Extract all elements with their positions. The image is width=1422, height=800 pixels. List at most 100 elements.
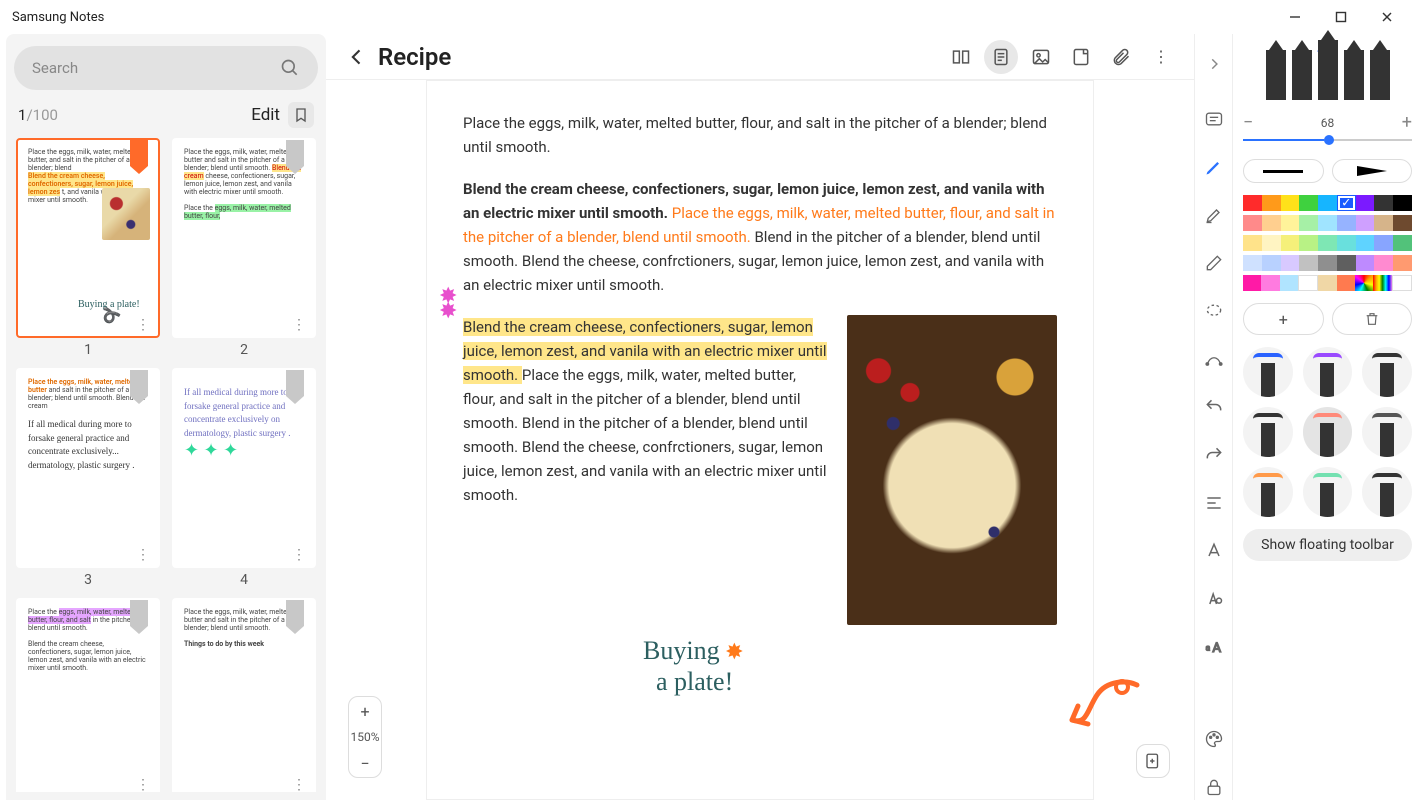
- thumb-2[interactable]: Place the eggs, milk, water, melted butt…: [172, 138, 316, 362]
- align-icon[interactable]: [1201, 490, 1227, 516]
- zoom-in-button[interactable]: +: [349, 697, 381, 725]
- highlighter-tool-icon[interactable]: [1201, 202, 1227, 228]
- pen-type[interactable]: [1292, 50, 1312, 100]
- note-title[interactable]: Recipe: [378, 43, 451, 71]
- color-swatch[interactable]: [1243, 235, 1262, 251]
- color-swatch[interactable]: [1356, 195, 1375, 211]
- image-icon[interactable]: [1024, 40, 1058, 74]
- color-swatch[interactable]: [1243, 215, 1262, 231]
- pen-type[interactable]: [1344, 50, 1364, 100]
- color-swatch[interactable]: [1281, 235, 1300, 251]
- color-swatch[interactable]: [1374, 235, 1393, 251]
- font-icon[interactable]: [1201, 586, 1227, 612]
- bookmark-icon[interactable]: [288, 102, 314, 128]
- minimize-button[interactable]: [1272, 0, 1318, 34]
- color-swatch[interactable]: [1261, 275, 1279, 291]
- color-swatch[interactable]: [1356, 235, 1375, 251]
- thumb-3[interactable]: Place the eggs, milk, water, melted butt…: [16, 368, 160, 592]
- zoom-out-button[interactable]: −: [349, 749, 381, 777]
- undo-icon[interactable]: [1201, 394, 1227, 420]
- color-swatch[interactable]: [1393, 215, 1412, 231]
- pen-preset[interactable]: [1243, 347, 1293, 397]
- pen-preset[interactable]: [1243, 467, 1293, 517]
- text-format-icon[interactable]: [1201, 538, 1227, 564]
- more-icon[interactable]: ⋮: [1144, 40, 1178, 74]
- color-swatch[interactable]: [1262, 195, 1281, 211]
- color-swatch[interactable]: [1298, 275, 1318, 291]
- pen-preset[interactable]: [1362, 467, 1412, 517]
- color-swatch[interactable]: [1374, 255, 1393, 271]
- color-swatch[interactable]: [1393, 195, 1412, 211]
- close-button[interactable]: [1364, 0, 1410, 34]
- color-swatch[interactable]: [1337, 235, 1356, 251]
- color-swatch[interactable]: [1393, 255, 1412, 271]
- color-swatch[interactable]: [1318, 215, 1337, 231]
- color-swatch[interactable]: [1281, 195, 1300, 211]
- thumb-options[interactable]: ⋮: [136, 318, 150, 332]
- stroke-style-flat[interactable]: [1243, 159, 1324, 183]
- shape-tool-icon[interactable]: [1201, 346, 1227, 372]
- color-swatch[interactable]: [1262, 215, 1281, 231]
- color-swatch[interactable]: [1243, 255, 1262, 271]
- color-swatch[interactable]: [1299, 195, 1318, 211]
- color-swatch[interactable]: [1318, 255, 1337, 271]
- thumb-options[interactable]: ⋮: [292, 318, 306, 332]
- lock-icon[interactable]: [1201, 774, 1227, 800]
- lasso-tool-icon[interactable]: [1201, 298, 1227, 324]
- thumb-6[interactable]: Place the eggs, milk, water, melted butt…: [172, 598, 316, 792]
- reading-mode-icon[interactable]: [944, 40, 978, 74]
- color-swatch[interactable]: [1337, 255, 1356, 271]
- thumb-options[interactable]: ⋮: [136, 778, 150, 792]
- text-size-icon[interactable]: aA: [1201, 634, 1227, 660]
- pen-type[interactable]: [1266, 50, 1286, 100]
- template-icon[interactable]: [1064, 40, 1098, 74]
- edit-button[interactable]: Edit: [251, 105, 280, 125]
- thumb-5[interactable]: Place the eggs, milk, water, melted butt…: [16, 598, 160, 792]
- color-swatch[interactable]: [1393, 235, 1412, 251]
- color-swatch[interactable]: [1262, 235, 1281, 251]
- text-tool-icon[interactable]: [1201, 106, 1227, 132]
- color-swatch[interactable]: [1355, 275, 1373, 291]
- thumb-4[interactable]: If all medical during more to forsake ge…: [172, 368, 316, 592]
- attachment-icon[interactable]: [1104, 40, 1138, 74]
- maximize-button[interactable]: [1318, 0, 1364, 34]
- color-swatch[interactable]: [1281, 255, 1300, 271]
- color-swatch[interactable]: [1318, 275, 1336, 291]
- thumb-options[interactable]: ⋮: [292, 548, 306, 562]
- color-swatch[interactable]: [1318, 235, 1337, 251]
- color-swatch[interactable]: [1337, 195, 1356, 211]
- color-swatch[interactable]: [1356, 255, 1375, 271]
- pen-preset[interactable]: [1303, 467, 1353, 517]
- note-page[interactable]: Place the eggs, milk, water, melted butt…: [426, 80, 1094, 800]
- pen-type[interactable]: [1370, 50, 1390, 100]
- add-preset-button[interactable]: +: [1243, 303, 1324, 335]
- eraser-tool-icon[interactable]: [1201, 250, 1227, 276]
- color-swatch[interactable]: [1337, 275, 1355, 291]
- thumb-1[interactable]: Place the eggs, milk, water, melted butt…: [16, 138, 160, 362]
- color-swatch[interactable]: [1373, 275, 1391, 291]
- pen-preset[interactable]: [1243, 407, 1293, 457]
- color-swatch[interactable]: [1337, 215, 1356, 231]
- pen-size-slider[interactable]: [1243, 133, 1412, 147]
- color-swatch[interactable]: [1374, 195, 1393, 211]
- color-swatch[interactable]: [1299, 255, 1318, 271]
- delete-preset-button[interactable]: [1332, 303, 1413, 335]
- show-floating-toolbar-button[interactable]: Show floating toolbar: [1243, 529, 1412, 561]
- thumb-options[interactable]: ⋮: [136, 548, 150, 562]
- color-swatch[interactable]: [1299, 235, 1318, 251]
- color-swatch[interactable]: [1318, 195, 1337, 211]
- redo-icon[interactable]: [1201, 442, 1227, 468]
- pen-preset[interactable]: [1362, 347, 1412, 397]
- color-swatch[interactable]: [1356, 215, 1375, 231]
- color-swatch[interactable]: [1374, 215, 1393, 231]
- color-swatch[interactable]: [1243, 195, 1262, 211]
- color-swatch[interactable]: [1299, 215, 1318, 231]
- color-swatch[interactable]: [1392, 275, 1412, 291]
- add-page-button[interactable]: [1136, 744, 1170, 778]
- back-button[interactable]: [342, 42, 372, 72]
- stroke-style-taper[interactable]: [1332, 159, 1413, 183]
- expand-panel-button[interactable]: [1201, 44, 1227, 84]
- pen-type[interactable]: [1318, 40, 1338, 100]
- pen-preset[interactable]: [1303, 407, 1353, 457]
- search-input[interactable]: Search: [14, 46, 318, 90]
